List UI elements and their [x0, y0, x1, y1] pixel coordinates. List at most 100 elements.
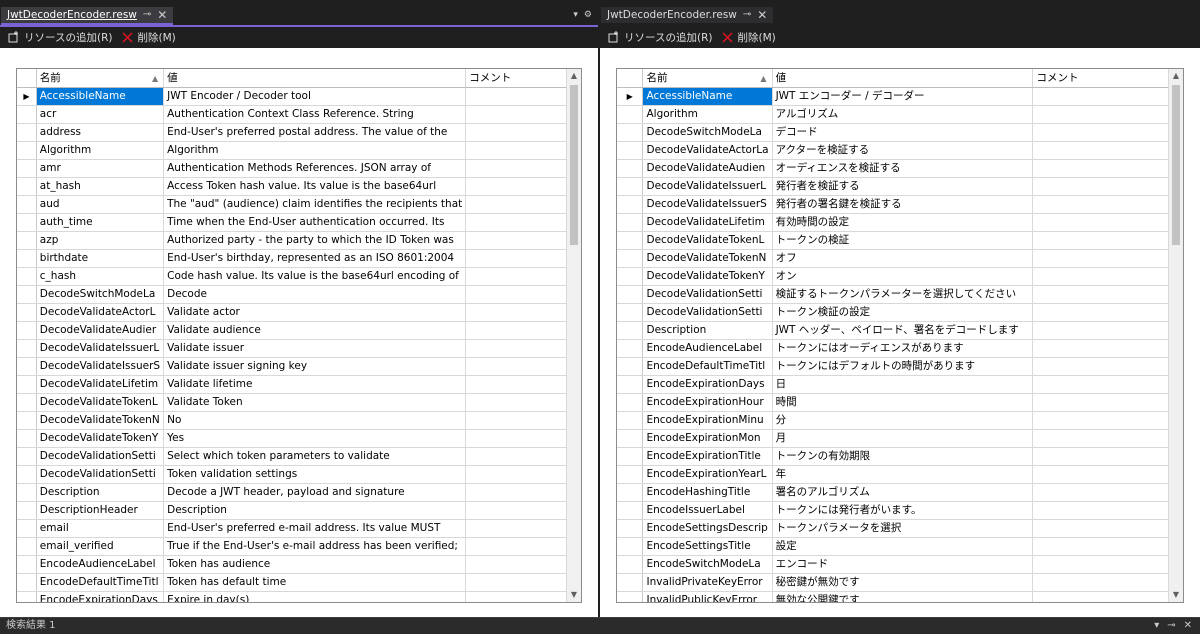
- cell-name[interactable]: DecodeSwitchModeLa: [36, 285, 165, 304]
- row-header-cell[interactable]: [617, 501, 644, 520]
- table-row[interactable]: DecodeValidationSetti トークン検証の設定: [617, 303, 1183, 322]
- cell-value[interactable]: 分: [772, 411, 1034, 430]
- row-header-cell[interactable]: [17, 429, 37, 448]
- cell-comment[interactable]: [1032, 591, 1183, 602]
- row-header-cell[interactable]: [17, 357, 37, 376]
- cell-name[interactable]: DecodeValidateAudien: [642, 159, 773, 178]
- row-header-cell[interactable]: [617, 357, 644, 376]
- cell-name[interactable]: EncodeExpirationTitle: [642, 447, 773, 466]
- cell-value[interactable]: Algorithm: [163, 141, 467, 160]
- cell-value[interactable]: 発行者を検証する: [772, 177, 1034, 196]
- table-row[interactable]: DecodeValidateActorL Validate actor: [17, 303, 581, 322]
- gear-icon[interactable]: ⚙: [584, 10, 592, 20]
- column-header-name[interactable]: 名前 ▲: [642, 69, 773, 88]
- table-row[interactable]: EncodeExpirationMinu 分: [617, 411, 1183, 430]
- cell-comment[interactable]: [465, 303, 581, 322]
- cell-name[interactable]: DecodeValidationSetti: [642, 285, 773, 304]
- row-header-cell[interactable]: [17, 483, 37, 502]
- cell-name[interactable]: acr: [36, 105, 165, 124]
- row-header-cell[interactable]: [17, 573, 37, 592]
- row-header-cell[interactable]: [17, 591, 37, 602]
- table-row[interactable]: DecodeValidateTokenN オフ: [617, 249, 1183, 268]
- cell-name[interactable]: DecodeValidateIssuerS: [642, 195, 773, 214]
- cell-value[interactable]: 有効時間の設定: [772, 213, 1034, 232]
- row-header-cell[interactable]: [617, 123, 644, 142]
- cell-value[interactable]: 年: [772, 465, 1034, 484]
- row-header-cell[interactable]: [617, 321, 644, 340]
- cell-comment[interactable]: [465, 321, 581, 340]
- cell-name[interactable]: EncodeExpirationYearL: [642, 465, 773, 484]
- cell-comment[interactable]: [1032, 537, 1183, 556]
- cell-comment[interactable]: [1032, 177, 1183, 196]
- table-row[interactable]: ▶ AccessibleName JWT Encoder / Decoder too…: [17, 87, 581, 106]
- table-row[interactable]: DecodeValidateIssuerS 発行者の署名鍵を検証する: [617, 195, 1183, 214]
- scroll-thumb[interactable]: [570, 85, 578, 245]
- cell-comment[interactable]: [1032, 87, 1183, 106]
- cell-comment[interactable]: [465, 465, 581, 484]
- cell-value[interactable]: オフ: [772, 249, 1034, 268]
- table-row[interactable]: amr Authentication Methods References. JS…: [17, 159, 581, 178]
- cell-value[interactable]: Time when the End-User authentication oc…: [163, 213, 467, 232]
- table-row[interactable]: Algorithm アルゴリズム: [617, 105, 1183, 124]
- row-pointer-icon[interactable]: ▶: [617, 87, 644, 106]
- cell-name[interactable]: amr: [36, 159, 165, 178]
- cell-name[interactable]: email_verified: [36, 537, 165, 556]
- row-header-cell[interactable]: [17, 195, 37, 214]
- table-row[interactable]: EncodeAudienceLabel Token has audience: [17, 555, 581, 574]
- row-header-cell[interactable]: [17, 177, 37, 196]
- cell-value[interactable]: 発行者の署名鍵を検証する: [772, 195, 1034, 214]
- table-row[interactable]: address End-User's preferred postal addre…: [17, 123, 581, 142]
- table-row[interactable]: DecodeValidateAudier Validate audience: [17, 321, 581, 340]
- cell-name[interactable]: DecodeValidateTokenL: [36, 393, 165, 412]
- cell-name[interactable]: DecodeValidateLifetim: [642, 213, 773, 232]
- close-icon[interactable]: ✕: [1184, 618, 1192, 634]
- row-header-cell[interactable]: [617, 249, 644, 268]
- cell-value[interactable]: Code hash value. Its value is the base64…: [163, 267, 467, 286]
- cell-comment[interactable]: [1032, 555, 1183, 574]
- row-header-cell[interactable]: [17, 465, 37, 484]
- cell-comment[interactable]: [1032, 195, 1183, 214]
- table-row[interactable]: auth_time Time when the End-User authenti…: [17, 213, 581, 232]
- cell-name[interactable]: DecodeValidateTokenN: [642, 249, 773, 268]
- cell-value[interactable]: Token has audience: [163, 555, 467, 574]
- cell-name[interactable]: EncodeDefaultTimeTitl: [36, 573, 165, 592]
- cell-comment[interactable]: [465, 411, 581, 430]
- column-header-value[interactable]: 値: [163, 69, 467, 88]
- cell-value[interactable]: The "aud" (audience) claim identifies th…: [163, 195, 467, 214]
- cell-comment[interactable]: [465, 213, 581, 232]
- cell-value[interactable]: End-User's preferred e-mail address. Its…: [163, 519, 467, 538]
- scroll-up-icon[interactable]: ▲: [567, 69, 581, 83]
- table-row[interactable]: DecodeSwitchModeLa Decode: [17, 285, 581, 304]
- cell-value[interactable]: Validate Token: [163, 393, 467, 412]
- cell-name[interactable]: azp: [36, 231, 165, 250]
- row-header-cell[interactable]: [617, 159, 644, 178]
- scroll-up-icon[interactable]: ▲: [1169, 69, 1183, 83]
- cell-name[interactable]: Description: [36, 483, 165, 502]
- cell-value[interactable]: 日: [772, 375, 1034, 394]
- cell-comment[interactable]: [465, 519, 581, 538]
- cell-name[interactable]: aud: [36, 195, 165, 214]
- row-header-cell[interactable]: [617, 177, 644, 196]
- cell-value[interactable]: Access Token hash value. Its value is th…: [163, 177, 467, 196]
- row-header-cell[interactable]: [617, 393, 644, 412]
- table-row[interactable]: DecodeValidateLifetim Validate lifetime: [17, 375, 581, 394]
- row-header-cell[interactable]: [17, 555, 37, 574]
- cell-name[interactable]: DecodeValidateTokenL: [642, 231, 773, 250]
- table-row[interactable]: DecodeValidateTokenY オン: [617, 267, 1183, 286]
- cell-name[interactable]: DecodeValidationSetti: [36, 447, 165, 466]
- row-header-cell[interactable]: [17, 105, 37, 124]
- cell-name[interactable]: DecodeValidationSetti: [642, 303, 773, 322]
- row-header-cell[interactable]: [17, 537, 37, 556]
- cell-name[interactable]: EncodeSettingsDescrip: [642, 519, 773, 538]
- cell-name[interactable]: EncodeExpirationHour: [642, 393, 773, 412]
- cell-comment[interactable]: [1032, 285, 1183, 304]
- cell-value[interactable]: Authentication Context Class Reference. …: [163, 105, 467, 124]
- cell-comment[interactable]: [465, 339, 581, 358]
- delete-button[interactable]: 削除(M): [722, 30, 776, 45]
- table-row[interactable]: DescriptionHeader Description: [17, 501, 581, 520]
- table-row[interactable]: EncodeExpirationTitle トークンの有効期限: [617, 447, 1183, 466]
- table-row[interactable]: email End-User's preferred e-mail address…: [17, 519, 581, 538]
- cell-value[interactable]: 秘密鍵が無効です: [772, 573, 1034, 592]
- cell-value[interactable]: トークン検証の設定: [772, 303, 1034, 322]
- cell-value[interactable]: デコード: [772, 123, 1034, 142]
